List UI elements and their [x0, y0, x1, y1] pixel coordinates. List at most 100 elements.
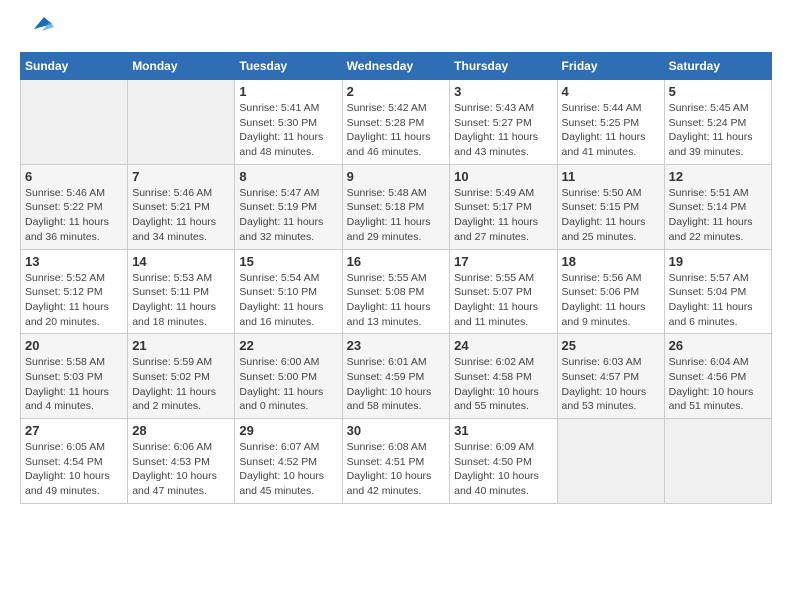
calendar-cell: 12Sunrise: 5:51 AM Sunset: 5:14 PM Dayli… — [664, 164, 771, 249]
calendar-cell: 5Sunrise: 5:45 AM Sunset: 5:24 PM Daylig… — [664, 80, 771, 165]
day-detail: Sunrise: 6:07 AM Sunset: 4:52 PM Dayligh… — [239, 440, 337, 499]
day-detail: Sunrise: 6:00 AM Sunset: 5:00 PM Dayligh… — [239, 355, 337, 414]
day-number: 10 — [454, 169, 552, 184]
calendar-header-row: SundayMondayTuesdayWednesdayThursdayFrid… — [21, 53, 772, 80]
day-number: 3 — [454, 84, 552, 99]
day-number: 4 — [562, 84, 660, 99]
calendar-cell: 29Sunrise: 6:07 AM Sunset: 4:52 PM Dayli… — [235, 419, 342, 504]
calendar-cell: 4 Sunrise: 5:44 AM Sunset: 5:25 PM Daylig… — [557, 80, 664, 165]
calendar-cell: 11 Sunrise: 5:50 AM Sunset: 5:15 PM Dayli… — [557, 164, 664, 249]
day-detail: Sunrise: 5:46 AM Sunset: 5:22 PM Dayligh… — [25, 186, 123, 245]
logo-icon — [24, 9, 54, 39]
calendar-cell: 18 Sunrise: 5:56 AM Sunset: 5:06 PM Dayli… — [557, 249, 664, 334]
calendar-cell: 19Sunrise: 5:57 AM Sunset: 5:04 PM Dayli… — [664, 249, 771, 334]
calendar-cell: 30Sunrise: 6:08 AM Sunset: 4:51 PM Dayli… — [342, 419, 450, 504]
day-number: 18 — [562, 254, 660, 269]
day-number: 5 — [669, 84, 767, 99]
day-detail: Sunrise: 5:55 AM Sunset: 5:08 PM Dayligh… — [347, 271, 446, 330]
calendar-cell: 7 Sunrise: 5:46 AM Sunset: 5:21 PM Daylig… — [128, 164, 235, 249]
weekday-header: Saturday — [664, 53, 771, 80]
day-number: 6 — [25, 169, 123, 184]
day-number: 11 — [562, 169, 660, 184]
day-number: 26 — [669, 338, 767, 353]
weekday-header: Thursday — [450, 53, 557, 80]
day-number: 17 — [454, 254, 552, 269]
weekday-header: Monday — [128, 53, 235, 80]
day-number: 28 — [132, 423, 230, 438]
page-header — [20, 20, 772, 42]
calendar-cell: 27 Sunrise: 6:05 AM Sunset: 4:54 PM Dayli… — [21, 419, 128, 504]
day-detail: Sunrise: 5:47 AM Sunset: 5:19 PM Dayligh… — [239, 186, 337, 245]
calendar-cell — [21, 80, 128, 165]
calendar-cell: 9Sunrise: 5:48 AM Sunset: 5:18 PM Daylig… — [342, 164, 450, 249]
calendar-cell: 21Sunrise: 5:59 AM Sunset: 5:02 PM Dayli… — [128, 334, 235, 419]
weekday-header: Sunday — [21, 53, 128, 80]
calendar-cell: 10 Sunrise: 5:49 AM Sunset: 5:17 PM Dayli… — [450, 164, 557, 249]
logo — [20, 20, 54, 42]
day-detail: Sunrise: 5:42 AM Sunset: 5:28 PM Dayligh… — [347, 101, 446, 160]
calendar-cell: 26 Sunrise: 6:04 AM Sunset: 4:56 PM Dayli… — [664, 334, 771, 419]
day-number: 14 — [132, 254, 230, 269]
day-detail: Sunrise: 5:49 AM Sunset: 5:17 PM Dayligh… — [454, 186, 552, 245]
day-number: 22 — [239, 338, 337, 353]
day-detail: Sunrise: 5:51 AM Sunset: 5:14 PM Dayligh… — [669, 186, 767, 245]
calendar-cell: 14 Sunrise: 5:53 AM Sunset: 5:11 PM Dayli… — [128, 249, 235, 334]
weekday-header: Wednesday — [342, 53, 450, 80]
day-number: 24 — [454, 338, 552, 353]
calendar-cell: 16 Sunrise: 5:55 AM Sunset: 5:08 PM Dayli… — [342, 249, 450, 334]
calendar-cell: 6 Sunrise: 5:46 AM Sunset: 5:22 PM Daylig… — [21, 164, 128, 249]
day-number: 9 — [347, 169, 446, 184]
day-number: 23 — [347, 338, 446, 353]
calendar-cell: 1 Sunrise: 5:41 AM Sunset: 5:30 PM Daylig… — [235, 80, 342, 165]
day-detail: Sunrise: 5:41 AM Sunset: 5:30 PM Dayligh… — [239, 101, 337, 160]
calendar-cell — [664, 419, 771, 504]
day-detail: Sunrise: 6:05 AM Sunset: 4:54 PM Dayligh… — [25, 440, 123, 499]
day-detail: Sunrise: 5:50 AM Sunset: 5:15 PM Dayligh… — [562, 186, 660, 245]
calendar-cell: 20 Sunrise: 5:58 AM Sunset: 5:03 PM Dayli… — [21, 334, 128, 419]
day-number: 20 — [25, 338, 123, 353]
day-number: 13 — [25, 254, 123, 269]
day-number: 27 — [25, 423, 123, 438]
day-detail: Sunrise: 6:04 AM Sunset: 4:56 PM Dayligh… — [669, 355, 767, 414]
calendar-week-row: 6 Sunrise: 5:46 AM Sunset: 5:22 PM Daylig… — [21, 164, 772, 249]
calendar-cell: 17 Sunrise: 5:55 AM Sunset: 5:07 PM Dayli… — [450, 249, 557, 334]
calendar-week-row: 13 Sunrise: 5:52 AM Sunset: 5:12 PM Dayli… — [21, 249, 772, 334]
day-detail: Sunrise: 6:02 AM Sunset: 4:58 PM Dayligh… — [454, 355, 552, 414]
calendar-cell — [557, 419, 664, 504]
day-detail: Sunrise: 6:01 AM Sunset: 4:59 PM Dayligh… — [347, 355, 446, 414]
day-detail: Sunrise: 6:08 AM Sunset: 4:51 PM Dayligh… — [347, 440, 446, 499]
day-number: 2 — [347, 84, 446, 99]
day-detail: Sunrise: 5:58 AM Sunset: 5:03 PM Dayligh… — [25, 355, 123, 414]
day-detail: Sunrise: 5:46 AM Sunset: 5:21 PM Dayligh… — [132, 186, 230, 245]
calendar-cell: 15Sunrise: 5:54 AM Sunset: 5:10 PM Dayli… — [235, 249, 342, 334]
calendar-table: SundayMondayTuesdayWednesdayThursdayFrid… — [20, 52, 772, 504]
calendar-week-row: 1 Sunrise: 5:41 AM Sunset: 5:30 PM Daylig… — [21, 80, 772, 165]
calendar-cell: 31Sunrise: 6:09 AM Sunset: 4:50 PM Dayli… — [450, 419, 557, 504]
calendar-cell: 13 Sunrise: 5:52 AM Sunset: 5:12 PM Dayli… — [21, 249, 128, 334]
calendar-cell — [128, 80, 235, 165]
calendar-week-row: 27 Sunrise: 6:05 AM Sunset: 4:54 PM Dayli… — [21, 419, 772, 504]
day-detail: Sunrise: 6:03 AM Sunset: 4:57 PM Dayligh… — [562, 355, 660, 414]
day-number: 7 — [132, 169, 230, 184]
calendar-cell: 22 Sunrise: 6:00 AM Sunset: 5:00 PM Dayli… — [235, 334, 342, 419]
day-detail: Sunrise: 5:44 AM Sunset: 5:25 PM Dayligh… — [562, 101, 660, 160]
day-detail: Sunrise: 5:52 AM Sunset: 5:12 PM Dayligh… — [25, 271, 123, 330]
calendar-cell: 25 Sunrise: 6:03 AM Sunset: 4:57 PM Dayli… — [557, 334, 664, 419]
day-detail: Sunrise: 5:53 AM Sunset: 5:11 PM Dayligh… — [132, 271, 230, 330]
calendar-cell: 28 Sunrise: 6:06 AM Sunset: 4:53 PM Dayli… — [128, 419, 235, 504]
calendar-cell: 24 Sunrise: 6:02 AM Sunset: 4:58 PM Dayli… — [450, 334, 557, 419]
day-number: 21 — [132, 338, 230, 353]
weekday-header: Friday — [557, 53, 664, 80]
day-number: 16 — [347, 254, 446, 269]
day-number: 1 — [239, 84, 337, 99]
day-number: 25 — [562, 338, 660, 353]
day-detail: Sunrise: 6:06 AM Sunset: 4:53 PM Dayligh… — [132, 440, 230, 499]
day-detail: Sunrise: 5:55 AM Sunset: 5:07 PM Dayligh… — [454, 271, 552, 330]
calendar-cell: 3 Sunrise: 5:43 AM Sunset: 5:27 PM Daylig… — [450, 80, 557, 165]
day-detail: Sunrise: 5:54 AM Sunset: 5:10 PM Dayligh… — [239, 271, 337, 330]
day-detail: Sunrise: 5:43 AM Sunset: 5:27 PM Dayligh… — [454, 101, 552, 160]
day-detail: Sunrise: 6:09 AM Sunset: 4:50 PM Dayligh… — [454, 440, 552, 499]
day-number: 19 — [669, 254, 767, 269]
day-detail: Sunrise: 5:56 AM Sunset: 5:06 PM Dayligh… — [562, 271, 660, 330]
calendar-cell: 2 Sunrise: 5:42 AM Sunset: 5:28 PM Daylig… — [342, 80, 450, 165]
